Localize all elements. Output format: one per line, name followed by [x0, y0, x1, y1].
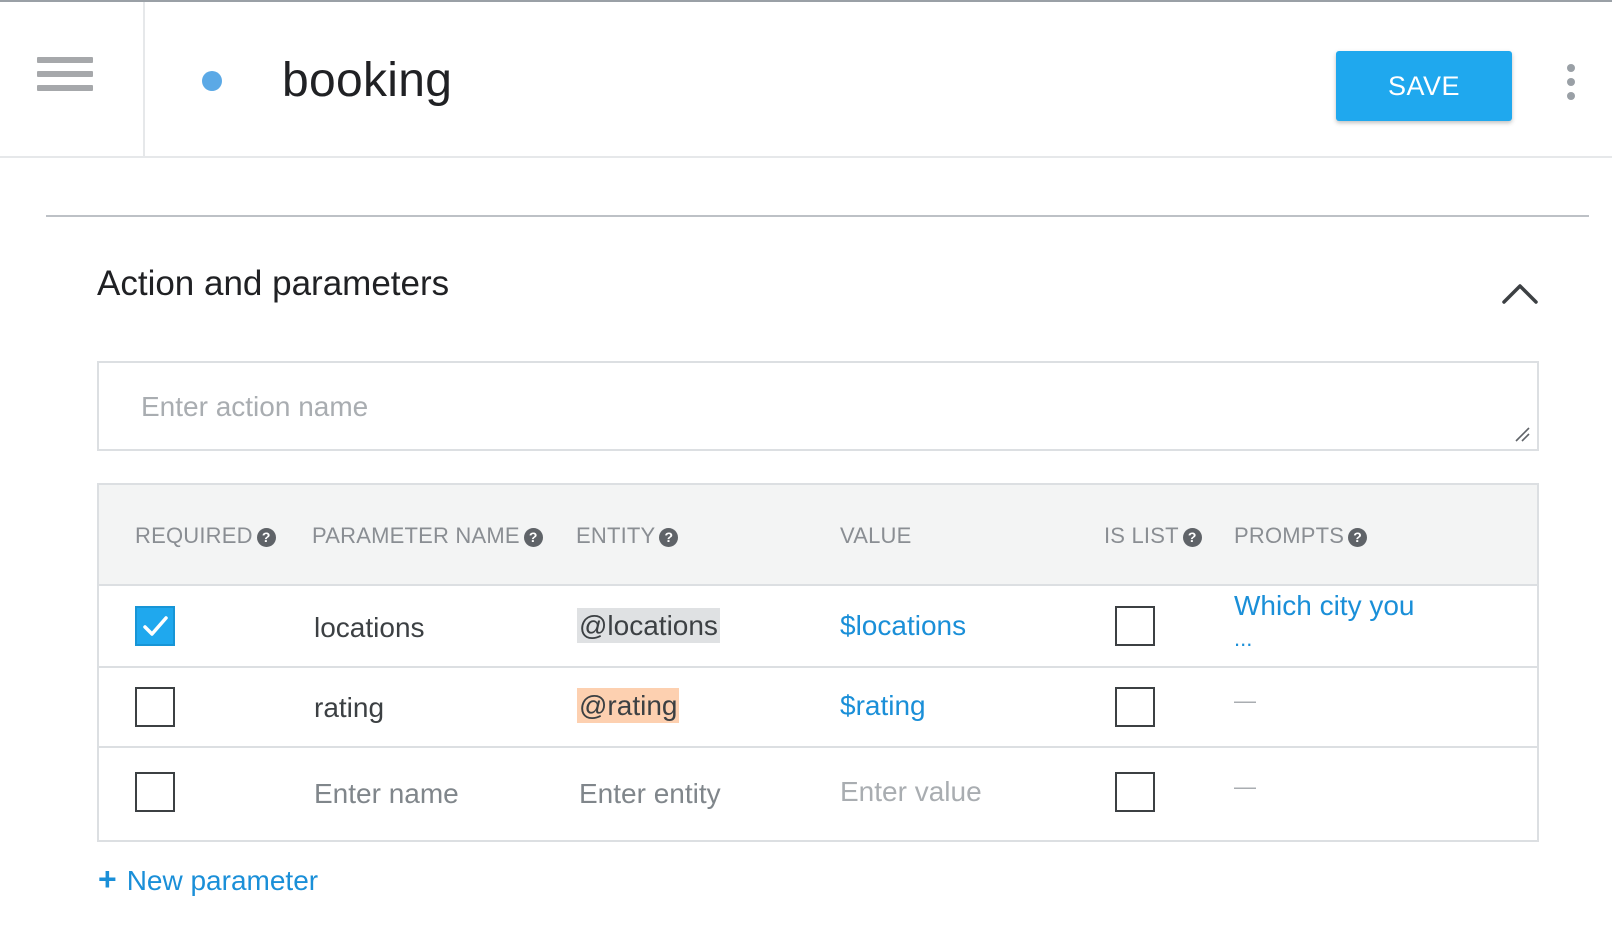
help-icon[interactable]: ?	[523, 528, 543, 547]
is-list-checkbox[interactable]	[1115, 687, 1155, 727]
is-list-checkbox[interactable]	[1115, 772, 1155, 812]
table-row-new: Enter name Enter entity Enter value —	[99, 748, 1537, 840]
prompt-empty[interactable]: —	[1234, 774, 1256, 800]
value-cell[interactable]: $locations	[840, 610, 966, 642]
table-row: locations @locations $locations Which ci…	[99, 586, 1537, 668]
required-checkbox[interactable]	[135, 606, 175, 646]
prompt-link[interactable]: Which city you	[1234, 590, 1415, 622]
section-divider	[46, 215, 1589, 217]
entity-cell[interactable]: @rating	[577, 688, 680, 723]
plus-icon: +	[98, 861, 117, 897]
col-required: REQUIRED?	[135, 523, 276, 549]
table-header: REQUIRED? PARAMETER NAME? ENTITY? VALUE …	[99, 485, 1537, 586]
required-checkbox[interactable]	[135, 687, 175, 727]
action-name-field	[97, 361, 1539, 451]
help-icon[interactable]: ?	[659, 528, 679, 547]
parameter-name[interactable]: rating	[314, 692, 384, 724]
col-parameter-name: PARAMETER NAME?	[312, 523, 543, 549]
chevron-up-icon[interactable]	[1496, 278, 1544, 308]
help-icon[interactable]: ?	[1348, 528, 1368, 547]
parameters-table: REQUIRED? PARAMETER NAME? ENTITY? VALUE …	[97, 483, 1539, 842]
value-input[interactable]: Enter value	[840, 776, 982, 808]
col-entity: ENTITY?	[576, 523, 679, 549]
table-row: rating @rating $rating —	[99, 668, 1537, 748]
prompt-more[interactable]: ...	[1234, 626, 1252, 652]
col-value: VALUE	[840, 523, 912, 548]
save-button[interactable]: SAVE	[1336, 51, 1512, 121]
resize-handle-icon[interactable]	[1513, 425, 1531, 443]
col-prompts: PROMPTS?	[1234, 523, 1368, 549]
intent-status-dot	[202, 71, 222, 91]
prompt-empty[interactable]: —	[1234, 688, 1256, 714]
new-parameter-link[interactable]: + New parameter	[98, 861, 318, 898]
entity-chip: @rating	[577, 688, 680, 723]
col-is-list: IS LIST?	[1104, 523, 1202, 549]
more-vert-icon[interactable]	[1560, 62, 1582, 102]
help-icon[interactable]: ?	[1182, 528, 1202, 547]
is-list-checkbox[interactable]	[1115, 606, 1155, 646]
entity-input[interactable]: Enter entity	[579, 778, 721, 810]
entity-chip: @locations	[577, 608, 720, 643]
entity-cell[interactable]: @locations	[577, 608, 720, 643]
intent-name[interactable]: booking	[282, 46, 452, 116]
action-name-input[interactable]	[139, 381, 1443, 433]
section-title: Action and parameters	[97, 264, 450, 303]
value-cell[interactable]: $rating	[840, 690, 926, 722]
parameter-name[interactable]: locations	[314, 612, 425, 644]
intent-header: booking SAVE	[0, 2, 1612, 158]
required-checkbox[interactable]	[135, 772, 175, 812]
name-input[interactable]: Enter name	[314, 778, 459, 810]
hamburger-menu-icon[interactable]	[0, 2, 145, 156]
help-icon[interactable]: ?	[256, 528, 276, 547]
check-icon	[143, 616, 168, 636]
new-parameter-label: New parameter	[126, 865, 319, 896]
